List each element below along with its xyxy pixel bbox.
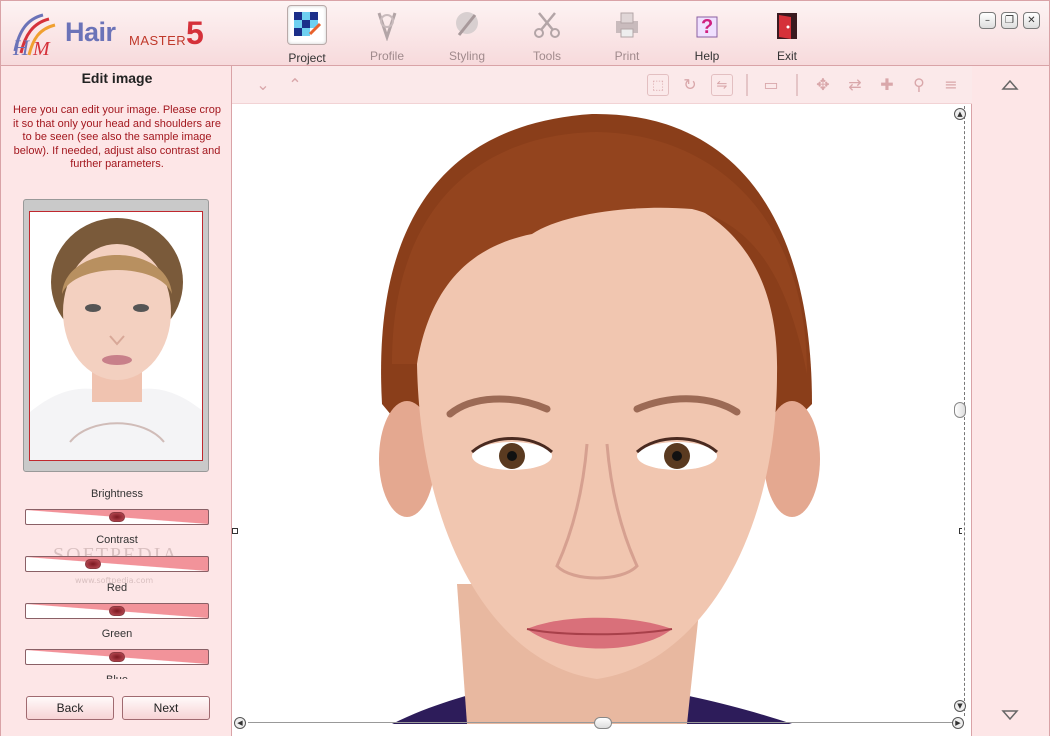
brightness-slider-thumb[interactable] — [109, 512, 125, 522]
green-label: Green — [101, 628, 133, 640]
crop-icon[interactable]: ⬚ — [647, 74, 669, 96]
contrast-slider-thumb[interactable] — [84, 559, 101, 569]
svg-text:M: M — [32, 38, 51, 57]
red-slider[interactable] — [25, 603, 209, 619]
toolbar-print-label: Print — [614, 49, 640, 63]
brightness-label: Brightness — [91, 488, 143, 500]
scroll-right-arrow-icon[interactable]: ▶ — [952, 717, 964, 729]
right-panel — [972, 66, 1050, 736]
toolbar-tools[interactable]: Tools — [516, 5, 578, 63]
toolbar-help-label: Help — [694, 49, 720, 63]
vertical-scrollbar[interactable]: ▲ ▼ — [954, 106, 966, 724]
menu-icon[interactable]: ≡ — [940, 74, 962, 96]
minimize-button[interactable]: – — [979, 12, 996, 29]
next-button[interactable]: Next — [122, 696, 210, 720]
camera-icon[interactable]: ▭ — [760, 74, 782, 96]
scroll-up-arrow-icon[interactable]: ▲ — [954, 108, 966, 120]
logo-hair-text: Hair — [65, 17, 116, 47]
hairmaster-logo-icon: H M — [12, 13, 56, 57]
toolbar-print[interactable]: Print — [596, 5, 658, 63]
door-icon — [769, 7, 805, 43]
crosshair-icon[interactable]: ✚ — [876, 74, 898, 96]
panel-scroll-up-icon[interactable] — [1001, 78, 1019, 92]
blue-label: Blue — [1, 674, 233, 679]
toolbar-project-label: Project — [288, 51, 326, 65]
editor-toolbar: ⌄ ⌃ ⬚ ↻ ⇋ ▭ ✥ ⇄ ✚ ⚲ ≡ — [232, 66, 972, 104]
edit-image-panel: Edit image Here you can edit your image.… — [0, 66, 232, 736]
flip-icon[interactable]: ⇋ — [711, 74, 733, 96]
green-slider[interactable] — [25, 649, 209, 665]
instructions-text: Here you can edit your image. Please cro… — [13, 104, 221, 170]
printer-icon — [609, 7, 645, 43]
logo-master-text: MASTER — [129, 33, 187, 48]
undo-redo-icon[interactable]: ⇄ — [844, 74, 866, 96]
toolbar-styling[interactable]: Styling — [436, 5, 498, 63]
svg-text:H: H — [12, 35, 30, 57]
toolbar-exit-label: Exit — [776, 49, 797, 63]
rotate-icon[interactable]: ↻ — [679, 74, 701, 96]
toolbar-styling-label: Styling — [448, 49, 486, 63]
scissors-icon — [529, 7, 565, 43]
red-label: Red — [106, 582, 128, 594]
restore-button[interactable]: ❐ — [1001, 12, 1018, 29]
profile-icon — [369, 7, 405, 43]
toolbar-project[interactable]: Project — [276, 5, 338, 65]
toolbar-separator — [796, 74, 798, 96]
toolbar-profile[interactable]: Profile — [356, 5, 418, 63]
magnifier-icon[interactable]: ⚲ — [908, 74, 930, 96]
project-icon — [287, 5, 327, 45]
toolbar-separator — [746, 74, 748, 96]
app-logo: H M Hair MASTER 5 — [9, 9, 224, 59]
scroll-left-arrow-icon[interactable]: ◀ — [234, 717, 246, 729]
contrast-label: Contrast — [96, 534, 138, 546]
photo-canvas[interactable] — [232, 104, 962, 724]
styling-icon — [449, 7, 485, 43]
contrast-slider[interactable] — [25, 556, 209, 572]
red-slider-thumb[interactable] — [109, 606, 125, 616]
horizontal-scrollbar[interactable]: ◀ ▶ — [234, 716, 970, 730]
zoom-in-chevron-icon[interactable]: ⌃ — [284, 74, 306, 96]
zoom-out-chevron-icon[interactable]: ⌄ — [252, 74, 274, 96]
close-button[interactable]: ✕ — [1023, 12, 1040, 29]
horizontal-scroll-thumb[interactable] — [594, 717, 612, 729]
portrait-photo — [232, 104, 962, 724]
scroll-down-arrow-icon[interactable]: ▼ — [954, 700, 966, 712]
sample-image-frame — [23, 199, 209, 472]
panel-scroll-down-icon[interactable] — [1001, 708, 1019, 722]
sample-portrait-image — [29, 211, 203, 461]
vertical-scroll-thumb[interactable] — [954, 402, 966, 418]
svg-text:?: ? — [701, 16, 713, 38]
crop-handle[interactable] — [232, 528, 238, 534]
logo-version-number: 5 — [186, 15, 204, 51]
green-slider-thumb[interactable] — [109, 652, 125, 662]
toolbar-tools-label: Tools — [532, 49, 561, 63]
panel-title: Edit image — [81, 70, 153, 86]
toolbar-exit[interactable]: Exit — [756, 5, 818, 63]
toolbar-profile-label: Profile — [369, 49, 404, 63]
brightness-slider[interactable] — [25, 509, 209, 525]
toolbar-help[interactable]: ? Help — [676, 5, 738, 63]
main-toolbar: H M Hair MASTER 5 Project Profile Stylin… — [0, 0, 1050, 66]
image-editor-area: ⌄ ⌃ ⬚ ↻ ⇋ ▭ ✥ ⇄ ✚ ⚲ ≡ ▲ ▼ ◀ ▶ — [232, 66, 972, 736]
help-icon: ? — [689, 7, 725, 43]
back-button[interactable]: Back — [26, 696, 114, 720]
move-icon[interactable]: ✥ — [812, 74, 834, 96]
